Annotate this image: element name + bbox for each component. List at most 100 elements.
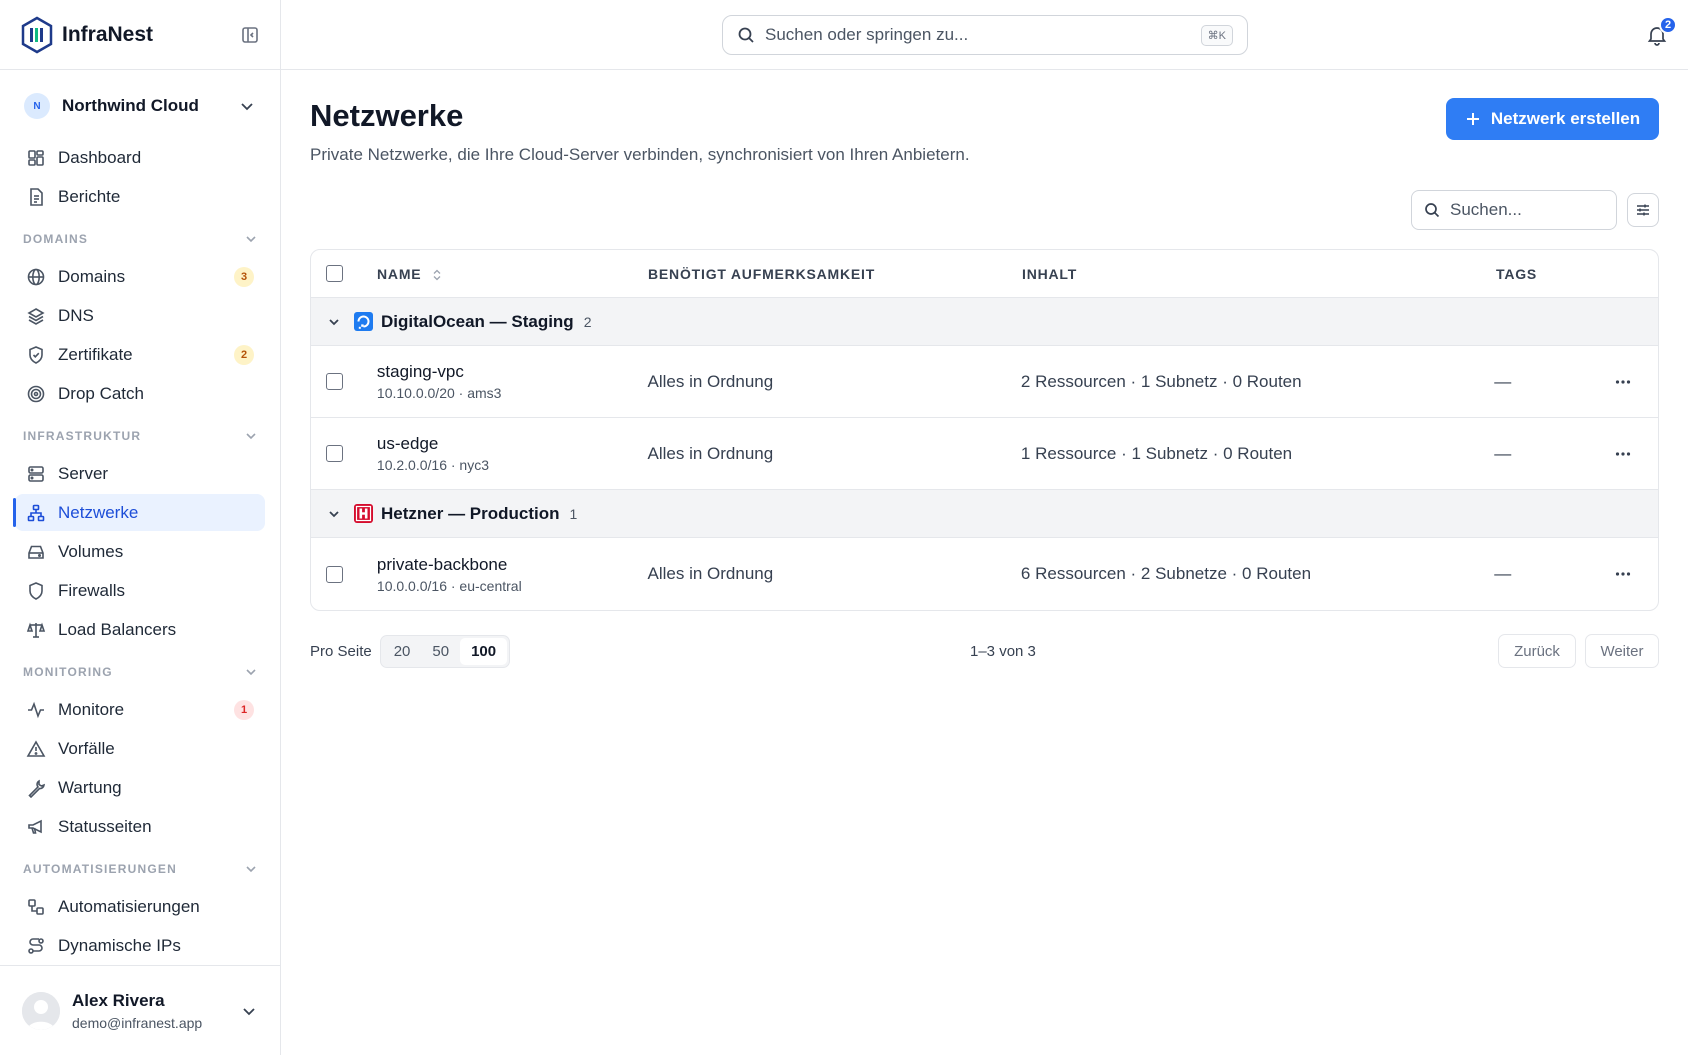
hard-drive-icon bbox=[28, 545, 44, 559]
network-name[interactable]: us-edge bbox=[377, 434, 648, 454]
sidebar-item-label: Berichte bbox=[58, 186, 121, 206]
column-header-label: NAME bbox=[377, 265, 422, 282]
more-options-icon[interactable] bbox=[1614, 565, 1632, 583]
org-switcher[interactable]: N Northwind Cloud bbox=[0, 88, 280, 124]
digitalocean-logo-icon bbox=[354, 312, 373, 331]
shield-check-icon bbox=[29, 345, 43, 364]
per-page-option[interactable]: 50 bbox=[421, 638, 460, 665]
network-tags: — bbox=[1494, 371, 1512, 391]
route-icon bbox=[28, 937, 44, 954]
search-icon bbox=[1425, 203, 1440, 218]
sidebar-nav: Dashboard Berichte DOMAINS Domains 3 DNS… bbox=[0, 138, 280, 966]
network-cidr-region: 10.10.0.0/20 · ams3 bbox=[376, 385, 502, 401]
per-page-selector: 20 50 100 bbox=[379, 634, 511, 668]
megaphone-icon bbox=[28, 819, 42, 834]
group-header-digitalocean[interactable]: DigitalOcean — Staging 2 bbox=[311, 298, 1658, 346]
org-name: Northwind Cloud bbox=[62, 96, 199, 115]
network-tags: — bbox=[1494, 443, 1512, 463]
chevron-down-icon bbox=[243, 1007, 255, 1015]
table-row[interactable]: private-backbone 10.0.0.0/16 · eu-centra… bbox=[311, 538, 1658, 610]
create-network-button[interactable]: Netzwerk erstellen bbox=[1446, 98, 1659, 140]
count-badge: 3 bbox=[234, 266, 254, 287]
chevron-down-icon bbox=[246, 236, 256, 243]
section-title: AUTOMATISIERUNGEN bbox=[23, 862, 177, 876]
sidebar-item-dns[interactable]: DNS bbox=[15, 297, 265, 334]
section-infrastruktur[interactable]: INFRASTRUKTUR bbox=[23, 414, 258, 454]
user-menu[interactable]: Alex Rivera demo@infranest.app bbox=[0, 965, 280, 1055]
warning-icon bbox=[26, 739, 46, 757]
sidebar: InfraNest N Northwind Cloud Dashboard Be… bbox=[0, 0, 281, 1055]
sidebar-item-label: Netzwerke bbox=[58, 502, 139, 522]
user-email: demo@infranest.app bbox=[72, 1014, 203, 1031]
column-header-content: INHALT bbox=[1022, 265, 1078, 282]
global-search-input[interactable]: Suchen oder springen zu... ⌘K bbox=[722, 15, 1248, 55]
sidebar-item-volumes[interactable]: Volumes bbox=[15, 533, 265, 570]
group-count: 2 bbox=[583, 313, 592, 330]
sidebar-item-drop-catch[interactable]: Drop Catch bbox=[15, 375, 265, 412]
select-all-checkbox[interactable] bbox=[326, 265, 343, 282]
sidebar-item-netzwerke[interactable]: Netzwerke bbox=[13, 494, 265, 531]
sidebar-item-firewalls[interactable]: Firewalls bbox=[15, 572, 265, 609]
column-header-name[interactable]: NAME bbox=[377, 266, 648, 282]
workflow-icon bbox=[28, 898, 44, 915]
table-row[interactable]: us-edge 10.2.0.0/16 · nyc3 Alles in Ordn… bbox=[311, 418, 1658, 490]
layers-icon bbox=[27, 307, 45, 325]
sidebar-item-label: Dynamische IPs bbox=[58, 935, 181, 955]
sidebar-item-vorfaelle[interactable]: Vorfälle bbox=[15, 730, 265, 767]
sidebar-item-label: Zertifikate bbox=[58, 344, 133, 364]
sidebar-item-dashboard[interactable]: Dashboard bbox=[15, 139, 265, 176]
search-icon bbox=[738, 27, 754, 43]
avatar bbox=[22, 991, 60, 1030]
sidebar-toggle-icon[interactable] bbox=[240, 25, 260, 45]
more-options-icon[interactable] bbox=[1614, 445, 1632, 463]
sidebar-item-dynamische-ips[interactable]: Dynamische IPs bbox=[15, 927, 265, 964]
previous-page-button[interactable]: Zurück bbox=[1498, 634, 1576, 668]
sidebar-item-zertifikate[interactable]: Zertifikate 2 bbox=[15, 336, 265, 373]
infranest-logo-icon bbox=[21, 16, 53, 53]
sidebar-item-server[interactable]: Server bbox=[15, 455, 265, 492]
group-count: 1 bbox=[569, 505, 578, 522]
sidebar-item-berichte[interactable]: Berichte bbox=[15, 178, 265, 215]
row-checkbox[interactable] bbox=[326, 565, 343, 583]
chevron-down-icon bbox=[246, 433, 256, 440]
table-search-input[interactable] bbox=[1450, 200, 1600, 220]
sidebar-item-domains[interactable]: Domains 3 bbox=[15, 258, 265, 295]
more-options-icon[interactable] bbox=[1614, 373, 1632, 391]
page-title: Netzwerke bbox=[310, 98, 464, 133]
column-header-tags: TAGS bbox=[1496, 265, 1538, 282]
sidebar-item-load-balancers[interactable]: Load Balancers bbox=[15, 611, 265, 648]
column-settings-button[interactable] bbox=[1627, 193, 1659, 227]
activity-icon bbox=[28, 701, 44, 718]
sidebar-item-label: Firewalls bbox=[58, 580, 126, 600]
next-page-button[interactable]: Weiter bbox=[1585, 634, 1659, 668]
per-page-option[interactable]: 20 bbox=[383, 638, 422, 665]
row-checkbox[interactable] bbox=[326, 373, 343, 390]
row-checkbox[interactable] bbox=[326, 445, 343, 462]
network-icon bbox=[27, 504, 45, 521]
section-monitoring[interactable]: MONITORING bbox=[23, 650, 258, 690]
sidebar-item-label: DNS bbox=[58, 305, 94, 325]
network-name[interactable]: private-backbone bbox=[377, 555, 648, 575]
table-row[interactable]: staging-vpc 10.10.0.0/20 · ams3 Alles in… bbox=[311, 346, 1658, 418]
sidebar-item-monitore[interactable]: Monitore 1 bbox=[15, 691, 265, 728]
group-header-hetzner[interactable]: Hetzner — Production 1 bbox=[311, 490, 1658, 538]
section-title: INFRASTRUKTUR bbox=[23, 429, 142, 443]
sidebar-item-statusseiten[interactable]: Statusseiten bbox=[15, 808, 265, 845]
sidebar-item-wartung[interactable]: Wartung bbox=[15, 769, 265, 806]
pagination: Pro Seite 20 50 100 1–3 von 3 Zurück Wei… bbox=[310, 634, 1659, 668]
section-title: DOMAINS bbox=[23, 232, 89, 246]
network-name[interactable]: staging-vpc bbox=[377, 362, 648, 382]
sidebar-item-label: Vorfälle bbox=[58, 738, 115, 758]
hetzner-logo-icon bbox=[354, 504, 373, 523]
chevron-down-icon bbox=[241, 103, 253, 111]
section-domains[interactable]: DOMAINS bbox=[23, 217, 258, 257]
sidebar-item-automatisierungen[interactable]: Automatisierungen bbox=[15, 888, 265, 925]
sidebar-item-label: Server bbox=[58, 463, 109, 483]
attention-status: Alles in Ordnung bbox=[647, 564, 774, 583]
table-search[interactable] bbox=[1411, 190, 1617, 230]
per-page-option-selected[interactable]: 100 bbox=[460, 637, 508, 665]
pagination-range: 1–3 von 3 bbox=[970, 642, 1036, 660]
shield-icon bbox=[29, 581, 43, 600]
notifications-button[interactable]: 2 bbox=[1646, 16, 1677, 46]
section-automatisierungen[interactable]: AUTOMATISIERUNGEN bbox=[23, 847, 258, 887]
